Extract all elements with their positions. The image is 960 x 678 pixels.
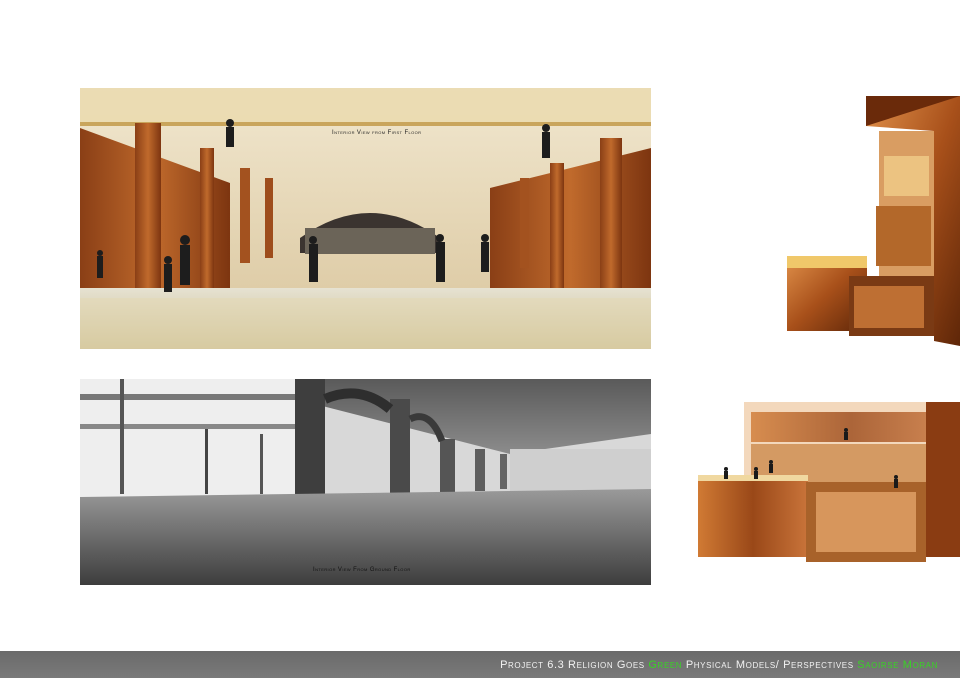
project-title: Project 6.3 Religion Goes (500, 659, 645, 671)
ground-floor-caption: Interior View From Ground Floor (313, 567, 411, 573)
model-2-illustration (698, 402, 960, 562)
sheet-subtitle: Physical Models/ Perspectives (685, 659, 854, 671)
green-highlight: Green (648, 659, 683, 671)
footer-title: Project 6.3 Religion Goes Green Physical… (500, 659, 938, 671)
footer-bar: Project 6.3 Religion Goes Green Physical… (0, 651, 960, 678)
first-floor-render (80, 88, 651, 349)
first-floor-illustration (80, 88, 651, 349)
ground-floor-render (80, 379, 651, 585)
physical-model-2 (696, 382, 960, 566)
first-floor-caption: Interior View from First Floor (332, 130, 422, 136)
ground-floor-illustration (80, 379, 651, 585)
author-name: Saoirse Moran (857, 659, 938, 671)
physical-model-1 (784, 86, 960, 348)
model-1-illustration (787, 96, 960, 346)
